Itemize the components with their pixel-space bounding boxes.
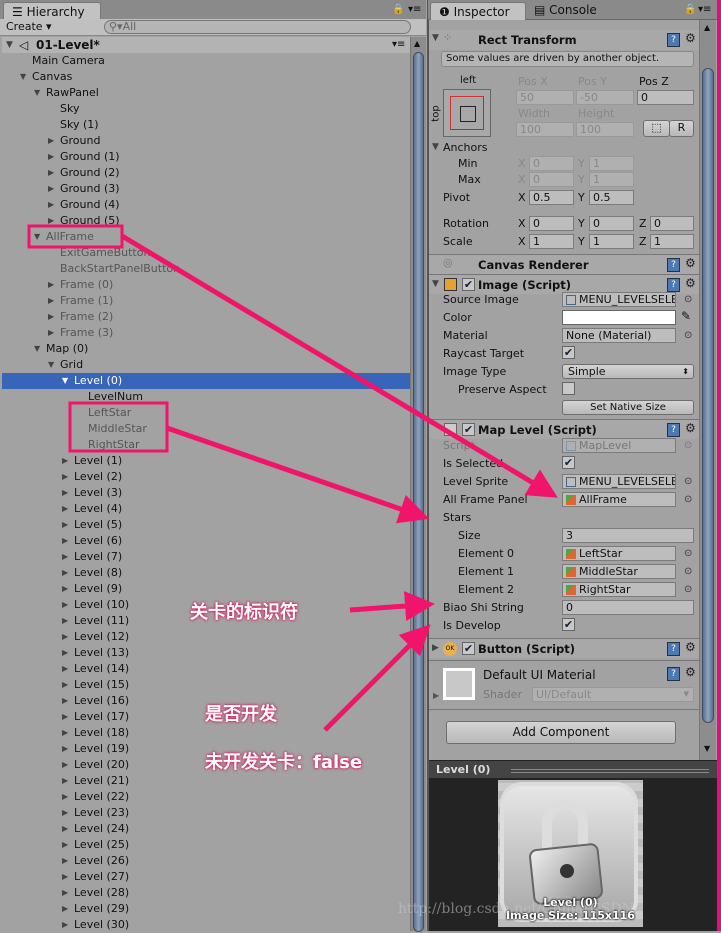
arrow-develop [323, 624, 431, 732]
arrow-identifier [349, 591, 435, 622]
stars-highlight-box [68, 401, 169, 453]
annotation-undeveloped: 未开发关卡：false [205, 752, 363, 773]
annotation-identifier: 关卡的标识符 [190, 602, 298, 623]
annotation-develop: 是否开发 [205, 704, 277, 725]
arrow-allframe [120, 233, 558, 498]
arrow-stars [166, 425, 430, 524]
annotation-layer [27, 224, 558, 732]
allframe-highlight-box [27, 224, 124, 249]
